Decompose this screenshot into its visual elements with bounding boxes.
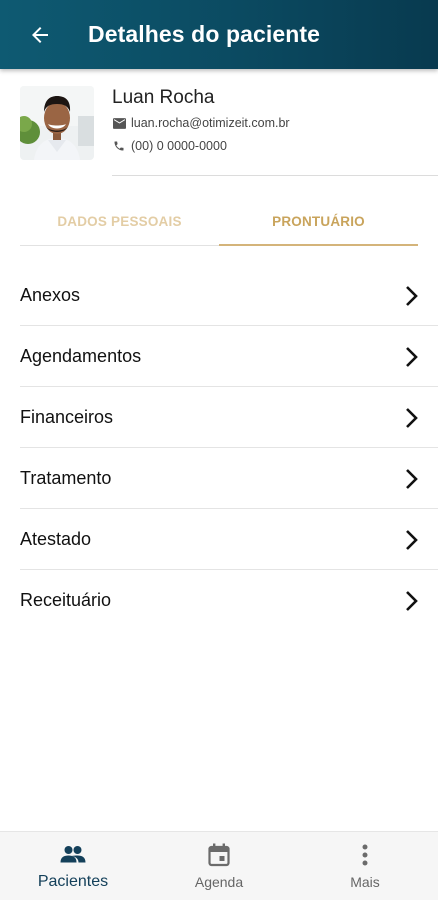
phone-icon bbox=[112, 139, 126, 153]
tab-dados-pessoais[interactable]: DADOS PESSOAIS bbox=[20, 198, 219, 245]
menu-item-financeiros[interactable]: Financeiros bbox=[0, 387, 438, 448]
patient-name: Luan Rocha bbox=[112, 87, 215, 108]
menu-item-label: Receituário bbox=[20, 590, 112, 610]
menu-item-agendamentos[interactable]: Agendamentos bbox=[0, 326, 438, 387]
nav-mais[interactable]: Mais bbox=[292, 832, 438, 900]
nav-label: Mais bbox=[350, 874, 380, 890]
chevron-right-icon bbox=[406, 590, 418, 611]
mail-icon bbox=[112, 116, 126, 130]
menu-item-label: Atestado bbox=[20, 529, 92, 549]
nav-label: Agenda bbox=[194, 874, 244, 890]
page-title: Detalhes do paciente bbox=[88, 21, 321, 47]
chevron-right-icon bbox=[406, 407, 418, 428]
patient-phone[interactable]: (00) 0 0000-0000 bbox=[131, 139, 227, 153]
menu-item-tratamento[interactable]: Tratamento bbox=[0, 448, 438, 509]
menu-item-label: Tratamento bbox=[20, 468, 112, 488]
patient-phone-row: (00) 0 0000-0000 bbox=[112, 139, 227, 153]
menu-item-label: Financeiros bbox=[20, 407, 114, 427]
more-vertical-icon bbox=[351, 842, 379, 868]
prontuario-menu: Anexos Agendamentos Financeiros Tratamen… bbox=[0, 265, 438, 631]
chevron-right-icon bbox=[406, 529, 418, 550]
people-icon bbox=[59, 841, 87, 867]
tab-prontuario[interactable]: PRONTUÁRIO bbox=[219, 198, 418, 246]
menu-item-label: Anexos bbox=[20, 285, 81, 305]
chevron-right-icon bbox=[406, 346, 418, 367]
menu-item-atestado[interactable]: Atestado bbox=[0, 509, 438, 570]
menu-item-label: Agendamentos bbox=[20, 346, 142, 366]
avatar bbox=[20, 86, 94, 160]
nav-pacientes[interactable]: Pacientes bbox=[0, 832, 146, 900]
back-button[interactable] bbox=[20, 15, 60, 55]
divider bbox=[112, 175, 438, 176]
patient-tabs: DADOS PESSOAIS PRONTUÁRIO bbox=[20, 198, 418, 246]
patient-email[interactable]: luan.rocha@otimizeit.com.br bbox=[131, 116, 290, 130]
chevron-right-icon bbox=[406, 468, 418, 489]
nav-label: Pacientes bbox=[37, 873, 109, 890]
nav-agenda[interactable]: Agenda bbox=[146, 832, 292, 900]
chevron-right-icon bbox=[406, 285, 418, 306]
patient-email-row: luan.rocha@otimizeit.com.br bbox=[112, 116, 290, 130]
bottom-navigation: Pacientes Agenda Mais bbox=[0, 831, 438, 900]
arrow-left-icon bbox=[32, 26, 48, 43]
menu-item-anexos[interactable]: Anexos bbox=[0, 265, 438, 326]
menu-item-receituario[interactable]: Receituário bbox=[0, 570, 438, 631]
patient-profile: Luan Rocha luan.rocha@otimizeit.com.br (… bbox=[0, 69, 438, 177]
calendar-icon bbox=[205, 842, 233, 868]
app-bar: Detalhes do paciente bbox=[0, 0, 438, 69]
